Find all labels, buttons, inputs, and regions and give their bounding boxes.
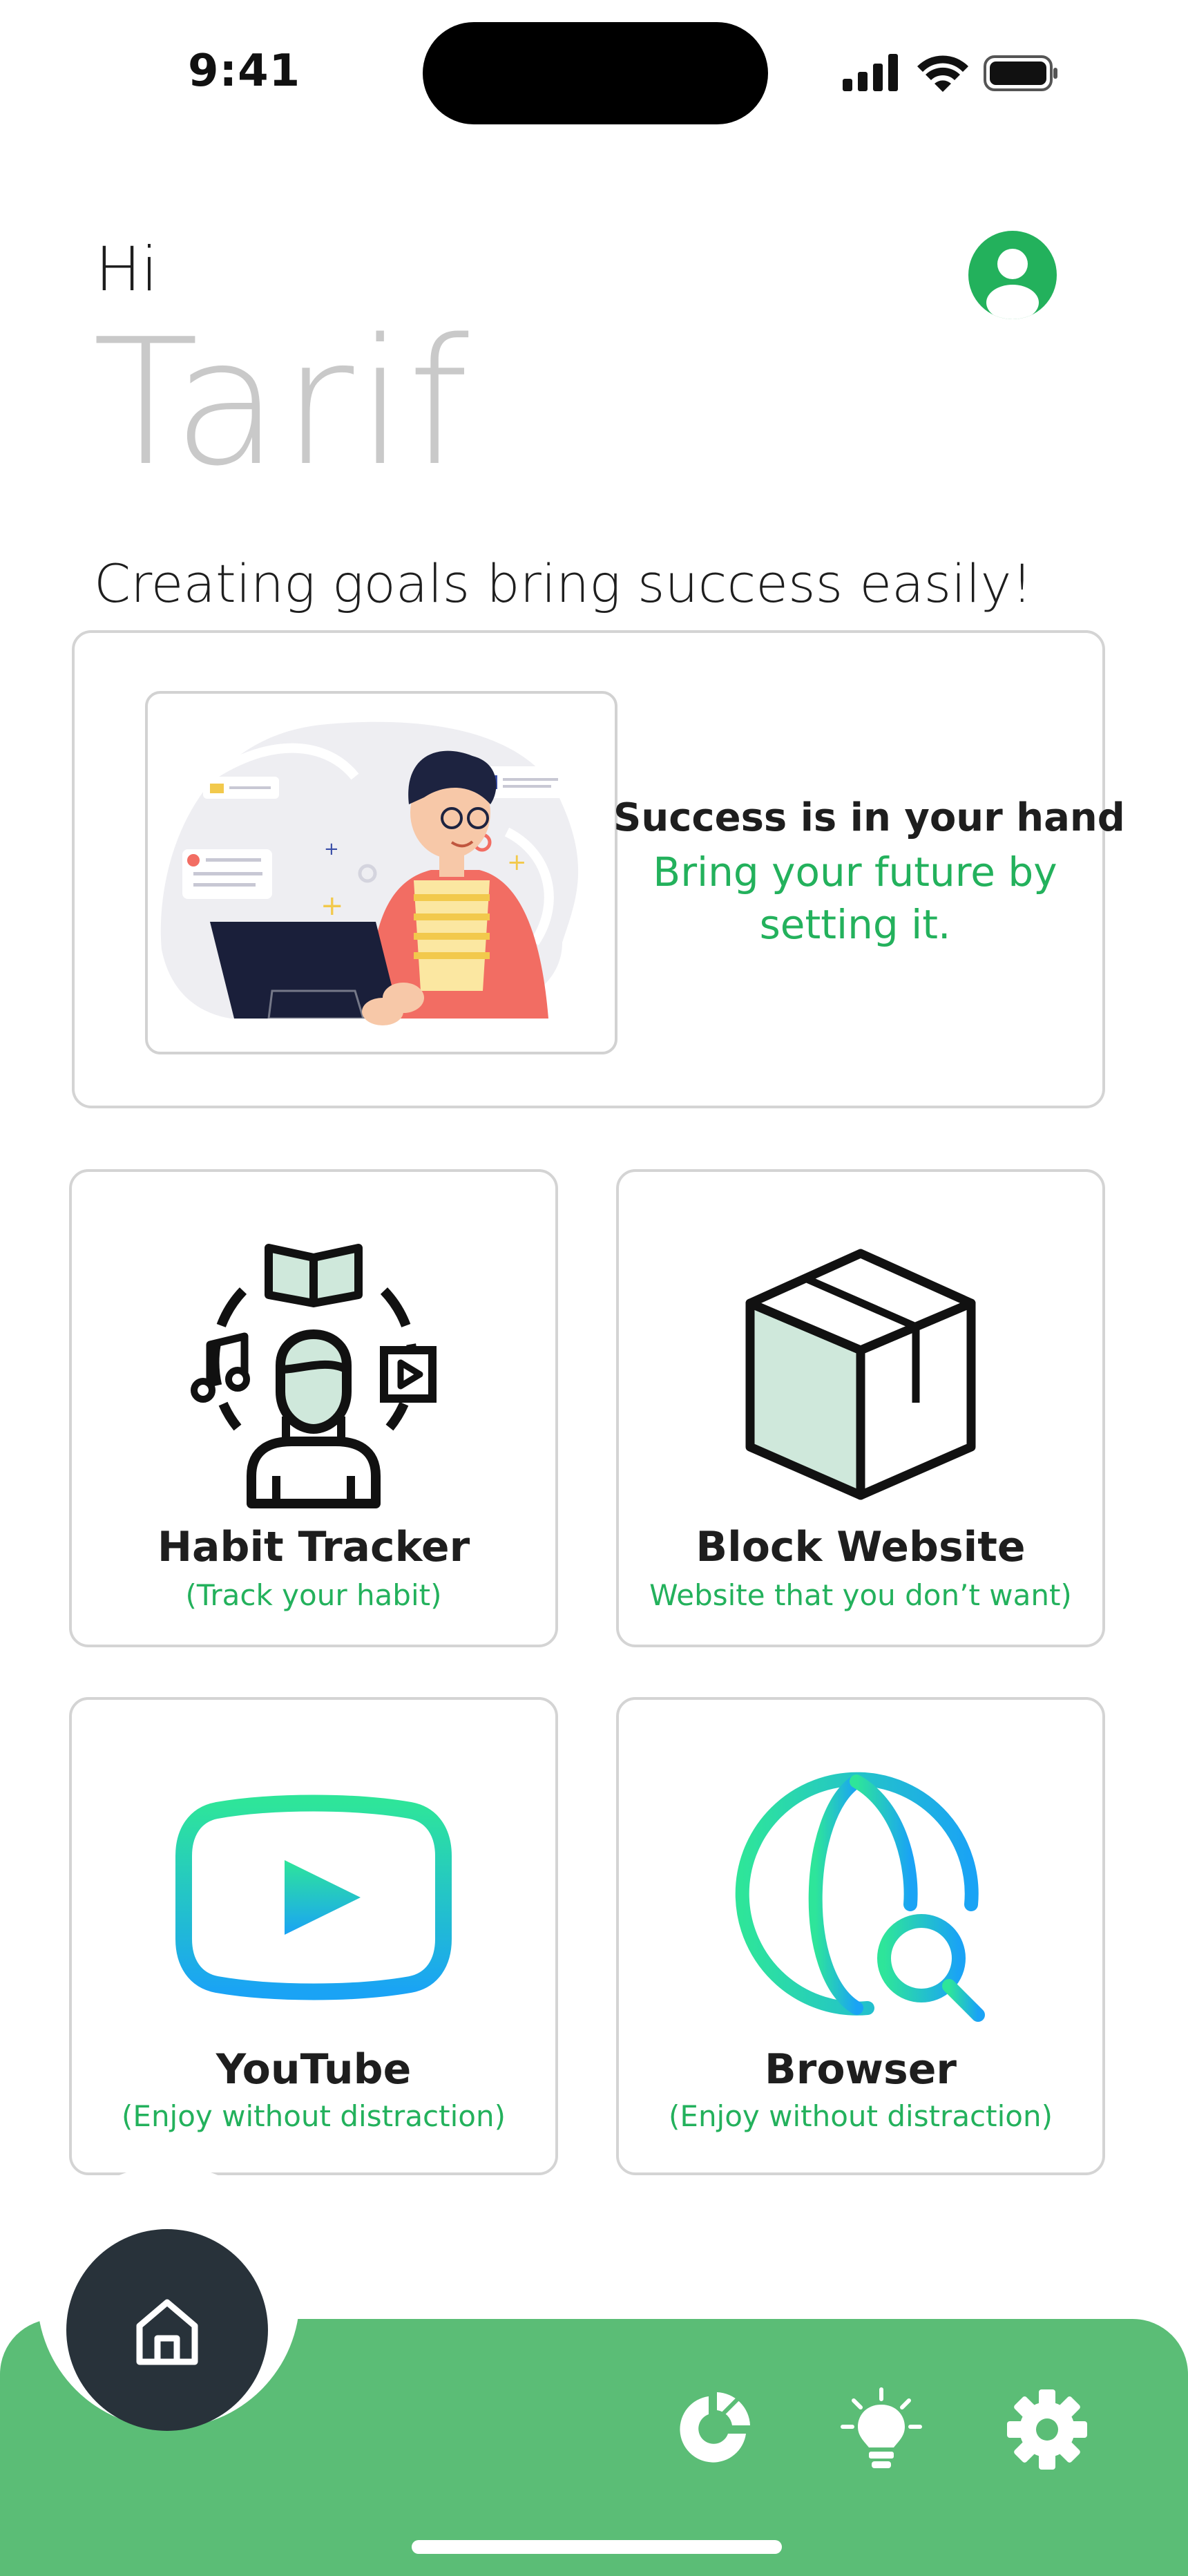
user-name: Tarif	[93, 302, 472, 504]
hero-text: Success is in your hand Bring your futur…	[613, 790, 1125, 951]
success-card[interactable]: + + + Success is in your hand Bring your…	[72, 630, 1125, 1108]
svg-text:+: +	[320, 890, 344, 922]
home-button[interactable]	[66, 2229, 268, 2431]
user-icon	[986, 249, 1039, 319]
status-time: 9:41	[188, 46, 301, 97]
youtube-card[interactable]: YouTube (Enjoy without distraction)	[69, 1697, 558, 2175]
svg-text:+: +	[324, 839, 339, 860]
cellular-signal-icon	[843, 54, 898, 91]
hero-title: Success is in your hand	[613, 795, 1125, 840]
greeting-hi: Hi	[95, 234, 158, 305]
dynamic-island	[423, 22, 768, 124]
box-icon	[745, 1249, 976, 1500]
battery-icon	[984, 55, 1057, 91]
settings-button[interactable]	[1004, 2387, 1090, 2472]
habit-tracker-card[interactable]: Habit Tracker (Track your habit)	[69, 1169, 558, 1647]
profile-button[interactable]	[968, 231, 1057, 319]
browser-subtitle: (Enjoy without distraction)	[669, 2099, 1053, 2133]
ideas-button[interactable]	[839, 2387, 924, 2472]
pie-chart-icon	[680, 2392, 750, 2463]
wifi-icon	[917, 55, 968, 92]
browser-card[interactable]: Browser (Enjoy without distraction)	[616, 1697, 1105, 2175]
tagline: Creating goals bring success easily!	[94, 553, 1033, 614]
hero-subtitle: Bring your future by setting it.	[653, 849, 1057, 948]
block-website-subtitle: Website that you don’t want)	[649, 1578, 1072, 1612]
block-website-card[interactable]: Block Website Website that you don’t wan…	[616, 1169, 1105, 1647]
block-website-title: Block Website	[696, 1523, 1026, 1571]
hero-illustration: + + +	[145, 691, 617, 1054]
home-icon	[136, 2299, 198, 2365]
lightbulb-icon	[841, 2387, 922, 2468]
globe-search-icon	[735, 1772, 985, 2022]
browser-title: Browser	[765, 2045, 957, 2094]
youtube-title: YouTube	[215, 2045, 412, 2094]
home-indicator	[412, 2540, 782, 2554]
youtube-play-icon	[175, 1794, 452, 2000]
stats-button[interactable]	[670, 2387, 756, 2472]
svg-text:+: +	[507, 849, 527, 876]
habit-person-icon	[191, 1244, 437, 1508]
status-icons	[840, 51, 1061, 95]
habit-tracker-subtitle: (Track your habit)	[185, 1578, 442, 1612]
gear-icon	[1007, 2389, 1087, 2470]
youtube-subtitle: (Enjoy without distraction)	[122, 2099, 506, 2133]
habit-tracker-title: Habit Tracker	[157, 1523, 470, 1571]
